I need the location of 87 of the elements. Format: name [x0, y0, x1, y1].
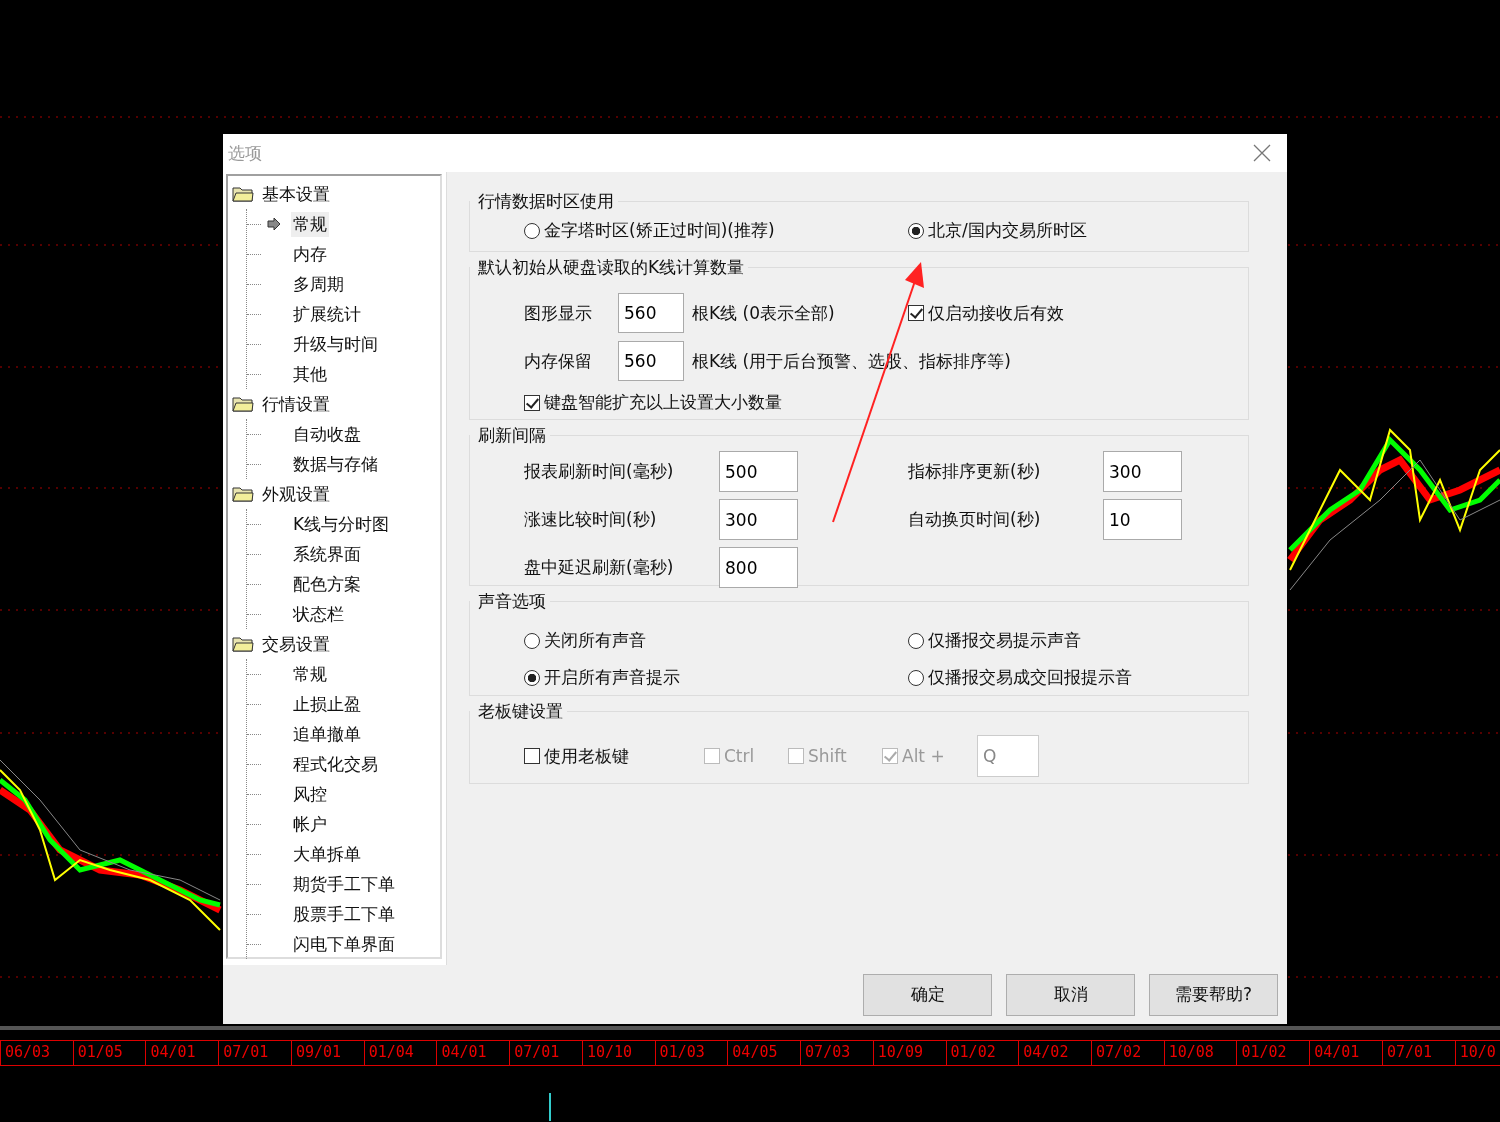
- input-field[interactable]: 800: [719, 547, 798, 588]
- axis-date-label: 07/01: [1381, 1041, 1437, 1065]
- tree-item[interactable]: 数据与存储: [291, 451, 380, 477]
- tree-section-label[interactable]: 交易设置: [262, 632, 330, 656]
- group-title: 声音选项: [477, 590, 547, 613]
- tree-item[interactable]: 止损止盈: [291, 691, 363, 717]
- axis-date-label: 01/05: [72, 1041, 127, 1065]
- group-title: 刷新间隔: [477, 424, 547, 447]
- dialog-button[interactable]: 需要帮助?: [1149, 973, 1278, 1016]
- group-title: 默认初始从硬盘读取的K线计算数量: [477, 256, 746, 279]
- group-title: 行情数据时区使用: [477, 190, 615, 213]
- group-title: 老板键设置: [477, 700, 564, 723]
- axis-date-label: 01/02: [1236, 1041, 1291, 1065]
- tree-item[interactable]: 风控: [291, 781, 329, 807]
- radio-option[interactable]: 仅播报交易成交回报提示音: [908, 666, 1248, 689]
- axis-date-label: 04/01: [145, 1041, 200, 1065]
- axis-date-label: 07/01: [509, 1041, 564, 1065]
- tree-item[interactable]: 系统界面: [291, 541, 363, 567]
- axis-date-label: 07/02: [1091, 1041, 1146, 1065]
- tree-section-label[interactable]: 外观设置: [262, 482, 330, 506]
- field-label: 自动换页时间(秒): [908, 508, 1042, 531]
- folder-icon: [232, 636, 254, 652]
- field-label: 涨速比较时间(秒): [524, 508, 658, 531]
- tree-item[interactable]: 追单撤单: [291, 721, 363, 747]
- field-label: 报表刷新时间(毫秒): [524, 460, 675, 483]
- input-field[interactable]: 10: [1103, 499, 1182, 540]
- tree-item[interactable]: 扩展统计: [291, 301, 363, 327]
- tree-item[interactable]: K线与分时图: [291, 511, 392, 537]
- axis-date-label: 04/02: [1018, 1041, 1073, 1065]
- radio-option[interactable]: 开启所有声音提示: [524, 666, 908, 689]
- tree-item[interactable]: 状态栏: [291, 601, 346, 627]
- tree-item[interactable]: 自动收盘: [291, 421, 363, 447]
- tree-item[interactable]: 升级与时间: [291, 331, 380, 357]
- input-field[interactable]: 560: [618, 341, 684, 381]
- checkbox-option[interactable]: 键盘智能扩充以上设置大小数量: [524, 391, 782, 414]
- tree-item[interactable]: 常规: [291, 211, 329, 237]
- axis-date-label: 10/08: [1163, 1041, 1218, 1065]
- axis-date-label: 07/03: [800, 1041, 855, 1065]
- tree-section-label[interactable]: 行情设置: [262, 392, 330, 416]
- input-field[interactable]: 560: [618, 293, 684, 333]
- tree-item[interactable]: 程式化交易: [291, 751, 380, 777]
- arrow-icon: [267, 217, 281, 231]
- axis-date-label: 01/03: [654, 1041, 709, 1065]
- window-title: 选项: [228, 141, 262, 165]
- tree-section-label[interactable]: 基本设置: [262, 182, 330, 206]
- tree-item[interactable]: 大单拆单: [291, 841, 363, 867]
- field-label: 指标排序更新(秒): [908, 460, 1042, 483]
- checkbox-option[interactable]: 仅启动接收后有效: [908, 301, 1064, 325]
- radio-option[interactable]: 仅播报交易提示声音: [908, 629, 1248, 652]
- axis-date-label: 04/01: [436, 1041, 491, 1065]
- axis-date-label: 10/09: [872, 1041, 927, 1065]
- close-icon[interactable]: [1253, 144, 1271, 162]
- tree-item[interactable]: 帐户: [291, 811, 329, 837]
- field-label: 内存保留: [524, 349, 593, 373]
- input-field[interactable]: 300: [1103, 451, 1182, 492]
- radio-option[interactable]: 关闭所有声音: [524, 629, 908, 652]
- tree-item[interactable]: 配色方案: [291, 571, 363, 597]
- tree-item[interactable]: 股票手工下单: [291, 901, 397, 927]
- input-field[interactable]: 500: [719, 451, 798, 492]
- axis-date-label: 06/03: [0, 1041, 55, 1065]
- unit-text: 根K线 (0表示全部): [692, 301, 835, 325]
- axis-date-label: 10/0: [1454, 1041, 1500, 1065]
- folder-icon: [232, 396, 254, 412]
- radio-option[interactable]: 北京/国内交易所时区: [908, 219, 1248, 242]
- tree-item[interactable]: 期货手工下单: [291, 871, 397, 897]
- field-label: 图形显示: [524, 301, 593, 325]
- axis-date-label: 07/01: [218, 1041, 273, 1065]
- axis-date-label: 04/01: [1309, 1041, 1364, 1065]
- axis-date-label: 04/05: [727, 1041, 782, 1065]
- tree-item[interactable]: 常规: [291, 661, 329, 687]
- tree-item[interactable]: 内存: [291, 241, 329, 267]
- folder-icon: [232, 186, 254, 202]
- radio-option[interactable]: 金字塔时区(矫正过时间)(推荐): [524, 219, 908, 242]
- input-field[interactable]: 300: [719, 499, 798, 540]
- checkbox-option[interactable]: 使用老板键: [524, 744, 704, 768]
- axis-date-label: 09/01: [290, 1041, 346, 1065]
- cursor-line: [549, 1093, 551, 1121]
- tree-item[interactable]: 其他: [291, 361, 329, 387]
- axis-date-label: 10/10: [581, 1041, 637, 1065]
- dialog-button[interactable]: 确定: [863, 973, 992, 1016]
- tree-item[interactable]: 多周期: [291, 271, 346, 297]
- folder-icon: [232, 486, 254, 502]
- axis-date-label: 01/04: [363, 1041, 418, 1065]
- axis-date-label: 01/02: [945, 1041, 1000, 1065]
- field-label: 盘中延迟刷新(毫秒): [524, 556, 675, 579]
- tree-item[interactable]: 闪电下单界面: [291, 931, 397, 957]
- dialog-button[interactable]: 取消: [1006, 973, 1135, 1016]
